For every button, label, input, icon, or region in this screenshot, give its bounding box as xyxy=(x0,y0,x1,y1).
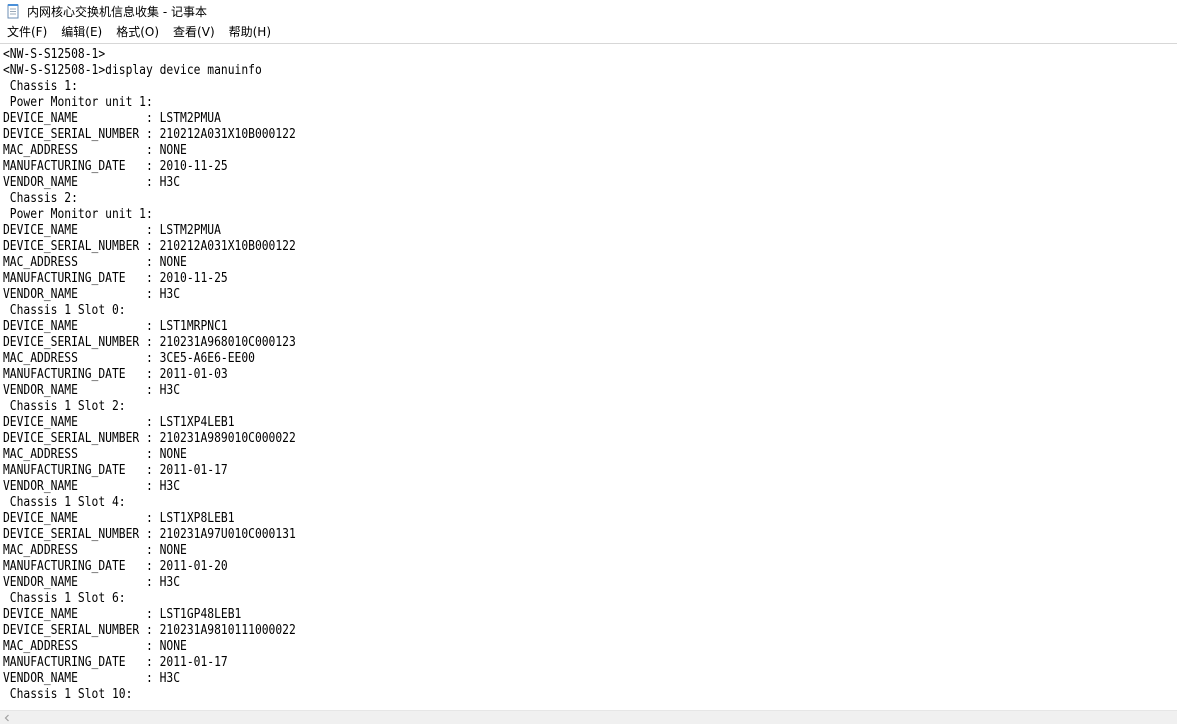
editor-line: Chassis 1 Slot 6: xyxy=(3,591,126,606)
editor-line: VENDOR_NAME : H3C xyxy=(3,671,181,686)
editor-line: Chassis 1: xyxy=(3,79,78,94)
editor-line: DEVICE_SERIAL_NUMBER : 210231A97U010C000… xyxy=(3,527,296,542)
editor-line: DEVICE_NAME : LST1GP48LEB1 xyxy=(3,607,242,622)
editor-line: Chassis 1 Slot 4: xyxy=(3,495,126,510)
window-title: 内网核心交换机信息收集 - 记事本 xyxy=(27,4,207,19)
editor-line: DEVICE_NAME : LSTM2PMUA xyxy=(3,223,221,238)
editor-line: MANUFACTURING_DATE : 2010-11-25 xyxy=(3,271,228,286)
editor-line: MAC_ADDRESS : NONE xyxy=(3,143,187,158)
editor-line: MAC_ADDRESS : 3CE5-A6E6-EE00 xyxy=(3,351,255,366)
menu-bar: 文件(F) 编辑(E) 格式(O) 查看(V) 帮助(H) xyxy=(0,22,1177,42)
editor-line: Power Monitor unit 1: xyxy=(3,95,153,110)
editor-line: VENDOR_NAME : H3C xyxy=(3,479,181,494)
horizontal-scrollbar[interactable] xyxy=(0,710,1177,724)
editor-line: VENDOR_NAME : H3C xyxy=(3,575,181,590)
editor-line: VENDOR_NAME : H3C xyxy=(3,383,181,398)
editor-line: MAC_ADDRESS : NONE xyxy=(3,543,187,558)
editor-line: <NW-S-S12508-1>display device manuinfo xyxy=(3,63,262,78)
editor-line: MANUFACTURING_DATE : 2011-01-03 xyxy=(3,367,228,382)
editor-line: DEVICE_SERIAL_NUMBER : 210212A031X10B000… xyxy=(3,127,296,142)
text-editor[interactable]: <NW-S-S12508-1> <NW-S-S12508-1>display de… xyxy=(0,44,1177,710)
editor-line: DEVICE_NAME : LST1XP4LEB1 xyxy=(3,415,235,430)
editor-text[interactable]: <NW-S-S12508-1> <NW-S-S12508-1>display de… xyxy=(3,47,296,703)
editor-line: DEVICE_SERIAL_NUMBER : 210231A9810111000… xyxy=(3,623,296,638)
editor-line: VENDOR_NAME : H3C xyxy=(3,175,181,190)
editor-line: MANUFACTURING_DATE : 2011-01-20 xyxy=(3,559,228,574)
editor-line: MANUFACTURING_DATE : 2011-01-17 xyxy=(3,655,228,670)
menu-file[interactable]: 文件(F) xyxy=(0,22,54,42)
editor-line: Chassis 1 Slot 0: xyxy=(3,303,126,318)
chevron-left-icon[interactable] xyxy=(2,713,12,723)
editor-line: MANUFACTURING_DATE : 2011-01-17 xyxy=(3,463,228,478)
title-bar[interactable]: 内网核心交换机信息收集 - 记事本 xyxy=(0,0,1177,22)
editor-line: MAC_ADDRESS : NONE xyxy=(3,255,187,270)
editor-line: MAC_ADDRESS : NONE xyxy=(3,447,187,462)
editor-line: DEVICE_NAME : LSTM2PMUA xyxy=(3,111,221,126)
editor-line: VENDOR_NAME : H3C xyxy=(3,287,181,302)
editor-line: MAC_ADDRESS : NONE xyxy=(3,639,187,654)
editor-line: DEVICE_NAME : LST1XP8LEB1 xyxy=(3,511,235,526)
editor-line: Chassis 1 Slot 2: xyxy=(3,399,126,414)
editor-line: DEVICE_SERIAL_NUMBER : 210212A031X10B000… xyxy=(3,239,296,254)
editor-line: Chassis 2: xyxy=(3,191,78,206)
editor-line: Chassis 1 Slot 10: xyxy=(3,687,133,702)
editor-line: MANUFACTURING_DATE : 2010-11-25 xyxy=(3,159,228,174)
editor-line: DEVICE_SERIAL_NUMBER : 210231A989010C000… xyxy=(3,431,296,446)
editor-line: Power Monitor unit 1: xyxy=(3,207,153,222)
editor-line: DEVICE_NAME : LST1MRPNC1 xyxy=(3,319,228,334)
menu-help[interactable]: 帮助(H) xyxy=(222,22,278,42)
editor-line: DEVICE_SERIAL_NUMBER : 210231A968010C000… xyxy=(3,335,296,350)
editor-line: <NW-S-S12508-1> xyxy=(3,47,106,62)
menu-view[interactable]: 查看(V) xyxy=(166,22,222,42)
menu-edit[interactable]: 编辑(E) xyxy=(54,22,109,42)
menu-format[interactable]: 格式(O) xyxy=(109,22,166,42)
notepad-icon xyxy=(5,3,21,19)
